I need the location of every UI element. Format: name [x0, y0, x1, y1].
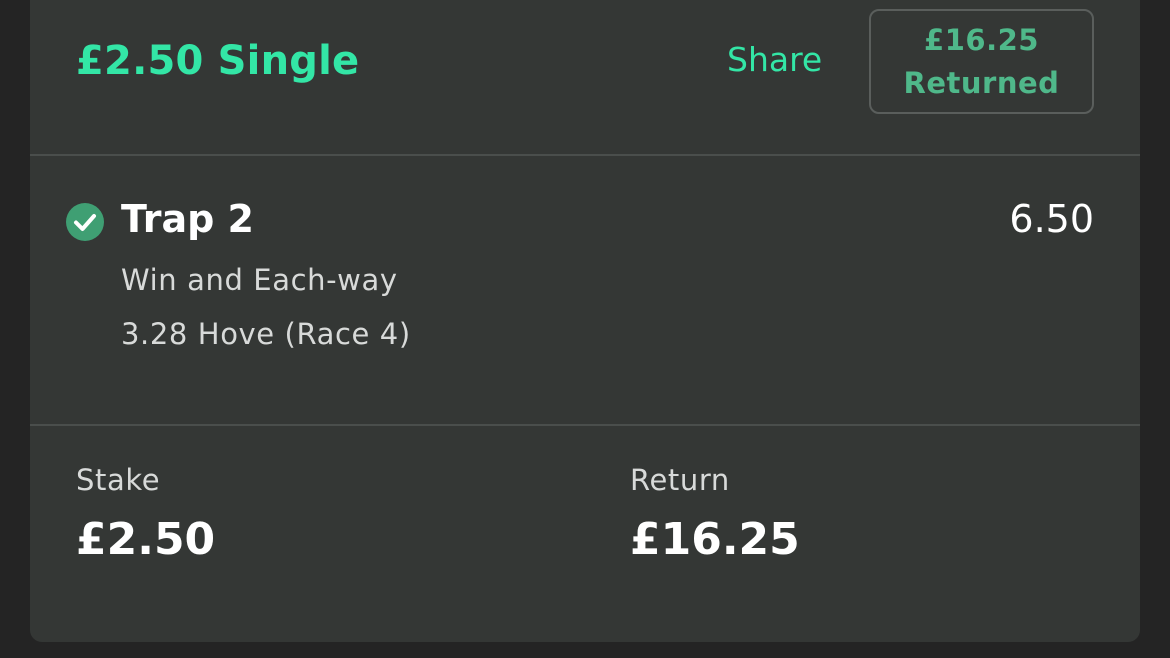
returned-badge: £16.25 Returned: [869, 9, 1094, 114]
bet-title: £2.50 Single: [76, 38, 360, 84]
check-circle-icon: [66, 203, 104, 241]
selection-row: Trap 2 6.50 Win and Each-way 3.28 Hove (…: [30, 145, 1140, 415]
bet-card: £2.50 Single Share £16.25 Returned Trap …: [30, 0, 1140, 642]
selection-market: Win and Each-way: [121, 263, 398, 297]
selection-event: 3.28 Hove (Race 4): [121, 317, 411, 351]
selection-odds: 6.50: [1009, 197, 1094, 241]
stake-value: £2.50: [76, 514, 216, 565]
return-label: Return: [630, 463, 730, 497]
returned-amount: £16.25: [924, 23, 1039, 57]
share-button[interactable]: Share: [727, 40, 822, 79]
bet-header: £2.50 Single Share £16.25 Returned: [30, 0, 1140, 143]
selection-name: Trap 2: [121, 197, 254, 241]
bet-summary: Stake £2.50 Return £16.25: [30, 428, 1140, 628]
return-value: £16.25: [630, 514, 800, 565]
returned-label: Returned: [903, 66, 1060, 100]
stake-label: Stake: [76, 463, 161, 497]
selection-divider: [30, 424, 1140, 426]
